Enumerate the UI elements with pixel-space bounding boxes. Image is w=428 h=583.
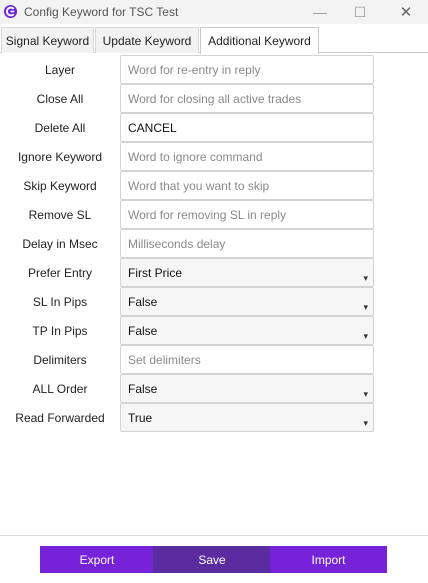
tab-bar: Signal Keyword Update Keyword Additional… <box>0 27 428 54</box>
prefer-entry-select[interactable]: First Price ▾ <box>120 258 374 287</box>
close-all-label: Close All <box>36 91 84 106</box>
tp-in-pips-label: TP In Pips <box>32 323 88 338</box>
read-forwarded-select[interactable]: True ▾ <box>120 403 374 432</box>
form-row-tp-in-pips: TP In Pips False ▾ <box>0 316 428 345</box>
form-row-read-forwarded: Read Forwarded True ▾ <box>0 403 428 432</box>
close-all-input[interactable]: Word for closing all active trades <box>120 84 374 113</box>
read-forwarded-value: True <box>128 410 153 425</box>
import-button[interactable]: Import <box>270 546 387 573</box>
window-title: Config Keyword for TSC Test <box>24 5 179 19</box>
delete-all-label: Delete All <box>34 120 86 135</box>
form-row-close-all: Close All Word for closing all active tr… <box>0 84 428 113</box>
delay-input[interactable]: Milliseconds delay <box>120 229 374 258</box>
form-row-prefer-entry: Prefer Entry First Price ▾ <box>0 258 428 287</box>
tp-in-pips-value: False <box>128 323 158 338</box>
close-button[interactable]: ✕ <box>386 0 426 24</box>
skip-keyword-label: Skip Keyword <box>23 178 97 193</box>
minimize-button[interactable]: — <box>300 0 340 24</box>
chevron-down-icon: ▾ <box>363 331 368 341</box>
remove-sl-input[interactable]: Word for removing SL in reply <box>120 200 374 229</box>
form-row-delete-all: Delete All CANCEL <box>0 113 428 142</box>
save-button[interactable]: Save <box>153 546 271 573</box>
all-order-select[interactable]: False ▾ <box>120 374 374 403</box>
prefer-entry-value: First Price <box>128 265 182 280</box>
delimiters-input[interactable]: Set delimiters <box>120 345 374 374</box>
layer-input[interactable]: Word for re-entry in reply <box>120 55 374 84</box>
tab-signal-keyword[interactable]: Signal Keyword <box>1 27 94 53</box>
export-button[interactable]: Export <box>40 546 154 573</box>
prefer-entry-label: Prefer Entry <box>27 265 93 280</box>
delay-label: Delay in Msec <box>22 236 98 251</box>
read-forwarded-label: Read Forwarded <box>15 410 105 425</box>
all-order-value: False <box>128 381 158 396</box>
sl-in-pips-value: False <box>128 294 158 309</box>
title-bar: Config Keyword for TSC Test — ☐ ✕ <box>0 0 428 24</box>
tsc-logo-icon <box>3 4 18 19</box>
sl-in-pips-label: SL In Pips <box>32 294 88 309</box>
skip-keyword-input[interactable]: Word that you want to skip <box>120 171 374 200</box>
delimiters-label: Delimiters <box>33 352 87 367</box>
chevron-down-icon: ▾ <box>363 418 368 428</box>
tp-in-pips-select[interactable]: False ▾ <box>120 316 374 345</box>
remove-sl-label: Remove SL <box>28 207 92 222</box>
chevron-down-icon: ▾ <box>363 389 368 399</box>
ignore-keyword-label: Ignore Keyword <box>17 149 103 164</box>
form-row-ignore-keyword: Ignore Keyword Word to ignore command <box>0 142 428 171</box>
form-row-sl-in-pips: SL In Pips False ▾ <box>0 287 428 316</box>
maximize-button[interactable]: ☐ <box>340 0 380 24</box>
sl-in-pips-select[interactable]: False ▾ <box>120 287 374 316</box>
chevron-down-icon: ▾ <box>363 273 368 283</box>
all-order-label: ALL Order <box>32 381 88 396</box>
footer-divider <box>0 535 428 536</box>
layer-label: Layer <box>44 62 76 77</box>
chevron-down-icon: ▾ <box>363 302 368 312</box>
form-row-all-order: ALL Order False ▾ <box>0 374 428 403</box>
ignore-keyword-input[interactable]: Word to ignore command <box>120 142 374 171</box>
delete-all-input[interactable]: CANCEL <box>120 113 374 142</box>
form-row-layer: Layer Word for re-entry in reply <box>0 55 428 84</box>
form-row-delay: Delay in Msec Milliseconds delay <box>0 229 428 258</box>
form-row-skip-keyword: Skip Keyword Word that you want to skip <box>0 171 428 200</box>
form-row-remove-sl: Remove SL Word for removing SL in reply <box>0 200 428 229</box>
tab-additional-keyword[interactable]: Additional Keyword <box>200 27 319 54</box>
tab-update-keyword[interactable]: Update Keyword <box>95 27 199 53</box>
form-row-delimiters: Delimiters Set delimiters <box>0 345 428 374</box>
